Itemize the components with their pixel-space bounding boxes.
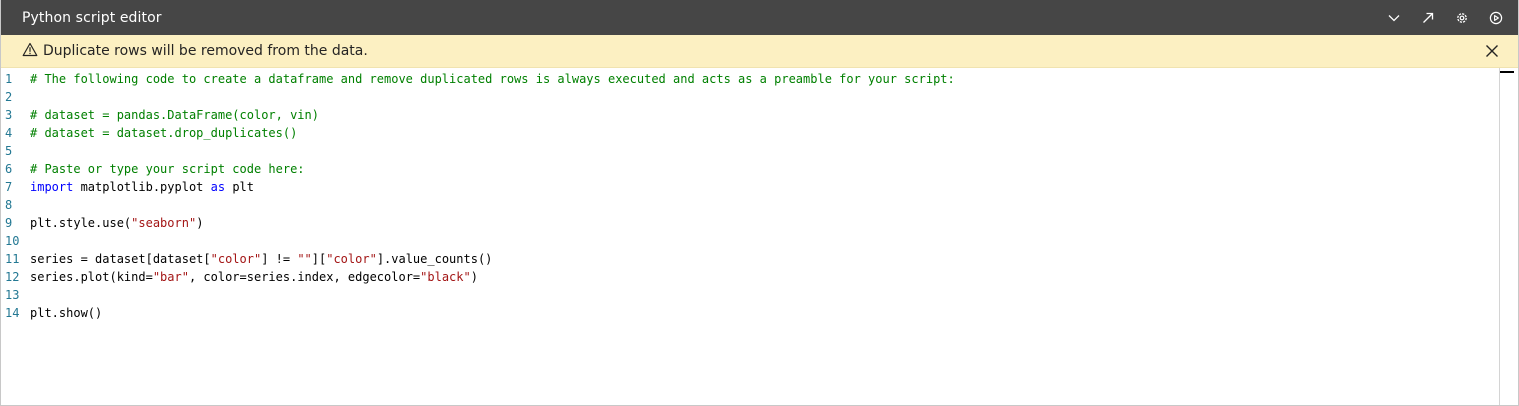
code-line: 3 # dataset = pandas.DataFrame(color, vin… — [1, 106, 1518, 124]
gear-icon[interactable] — [1454, 10, 1470, 26]
line-code: plt.show() — [24, 304, 102, 322]
code-token-plain: ] != — [261, 252, 298, 266]
line-number: 2 — [5, 90, 13, 104]
code-token-comment: # The following code to create a datafra… — [30, 72, 955, 86]
code-token-string: "color" — [326, 252, 377, 266]
code-token-plain: plt.style.use( — [30, 216, 132, 230]
line-code: # dataset = dataset.drop_duplicates() — [24, 124, 297, 142]
code-line: 2 — [1, 88, 1518, 106]
code-token-keyword: as — [210, 180, 226, 194]
scrollbar-position-marker — [1500, 71, 1514, 73]
close-icon[interactable] — [1484, 43, 1500, 59]
line-code: series = dataset[dataset["color"] != ""]… — [24, 250, 492, 268]
expand-icon[interactable] — [1420, 10, 1436, 26]
line-number: 13 — [5, 288, 20, 302]
code-token-plain: matplotlib.pyplot — [73, 180, 211, 194]
code-line: 6 # Paste or type your script code here: — [1, 160, 1518, 178]
code-token-plain: plt.show() — [30, 306, 103, 320]
line-code: series.plot(kind="bar", color=series.ind… — [24, 268, 478, 286]
line-number: 11 — [5, 252, 20, 266]
code-token-string: "black" — [420, 270, 471, 284]
code-token-keyword: import — [30, 180, 74, 194]
line-number: 1 — [5, 72, 13, 86]
run-icon[interactable] — [1488, 10, 1504, 26]
code-token-plain: ) — [470, 270, 478, 284]
line-code: # dataset = pandas.DataFrame(color, vin) — [24, 106, 319, 124]
title-actions — [1386, 10, 1504, 26]
code-token-string: "bar" — [152, 270, 189, 284]
line-number: 3 — [5, 108, 13, 122]
warning-icon — [22, 42, 38, 61]
code-token-comment: # dataset = pandas.DataFrame(color, vin) — [30, 108, 319, 122]
code-token-string: "" — [297, 252, 312, 266]
line-number: 14 — [5, 306, 20, 320]
code-token-string: "seaborn" — [131, 216, 197, 230]
line-number: 8 — [5, 198, 13, 212]
duplicate-rows-warning-banner: Duplicate rows will be removed from the … — [1, 35, 1518, 68]
code-token-plain: series = dataset[dataset[ — [30, 252, 211, 266]
line-code: plt.style.use("seaborn") — [24, 214, 203, 232]
line-number: 9 — [5, 216, 13, 230]
line-number: 7 — [5, 180, 13, 194]
warning-message: Duplicate rows will be removed from the … — [43, 43, 368, 59]
code-line: 14 plt.show() — [1, 304, 1518, 322]
code-token-plain: ].value_counts() — [376, 252, 493, 266]
line-code: import matplotlib.pyplot as plt — [24, 178, 254, 196]
line-code: # Paste or type your script code here: — [24, 160, 305, 178]
window-title: Python script editor — [22, 9, 162, 26]
code-token-comment: # Paste or type your script code here: — [30, 162, 305, 176]
line-number: 10 — [5, 234, 20, 248]
code-line: 7 import matplotlib.pyplot as plt — [1, 178, 1518, 196]
line-number: 5 — [5, 144, 13, 158]
code-editor[interactable]: 1 # The following code to create a datafr… — [1, 68, 1518, 405]
code-line: 8 — [1, 196, 1518, 214]
code-line: 13 — [1, 286, 1518, 304]
code-token-plain: ][ — [311, 252, 327, 266]
code-line: 4 # dataset = dataset.drop_duplicates() — [1, 124, 1518, 142]
code-token-string: "color" — [210, 252, 262, 266]
python-script-editor-window: Python script editor Duplicate rows will… — [0, 0, 1519, 406]
code-line: 1 # The following code to create a datafr… — [1, 70, 1518, 88]
title-bar: Python script editor — [1, 0, 1518, 35]
chevron-down-icon[interactable] — [1386, 10, 1402, 26]
line-number: 6 — [5, 162, 13, 176]
code-line: 11 series = dataset[dataset["color"] != "… — [1, 250, 1518, 268]
line-code: # The following code to create a datafra… — [24, 70, 955, 88]
line-number: 12 — [5, 270, 20, 284]
code-token-plain: series.plot(kind= — [30, 270, 153, 284]
code-line: 9 plt.style.use("seaborn") — [1, 214, 1518, 232]
code-token-comment: # dataset = dataset.drop_duplicates() — [30, 126, 298, 140]
warning-content: Duplicate rows will be removed from the … — [22, 42, 368, 61]
code-token-plain: , color=series.index, edgecolor= — [188, 270, 421, 284]
code-line: 5 — [1, 142, 1518, 160]
code-line: 10 — [1, 232, 1518, 250]
code-token-plain: plt — [225, 180, 254, 194]
code-lines: 1 # The following code to create a datafr… — [1, 70, 1518, 322]
vertical-scrollbar[interactable] — [1499, 68, 1514, 405]
code-line: 12 series.plot(kind="bar", color=series.i… — [1, 268, 1518, 286]
line-number: 4 — [5, 126, 13, 140]
code-token-plain: ) — [196, 216, 204, 230]
